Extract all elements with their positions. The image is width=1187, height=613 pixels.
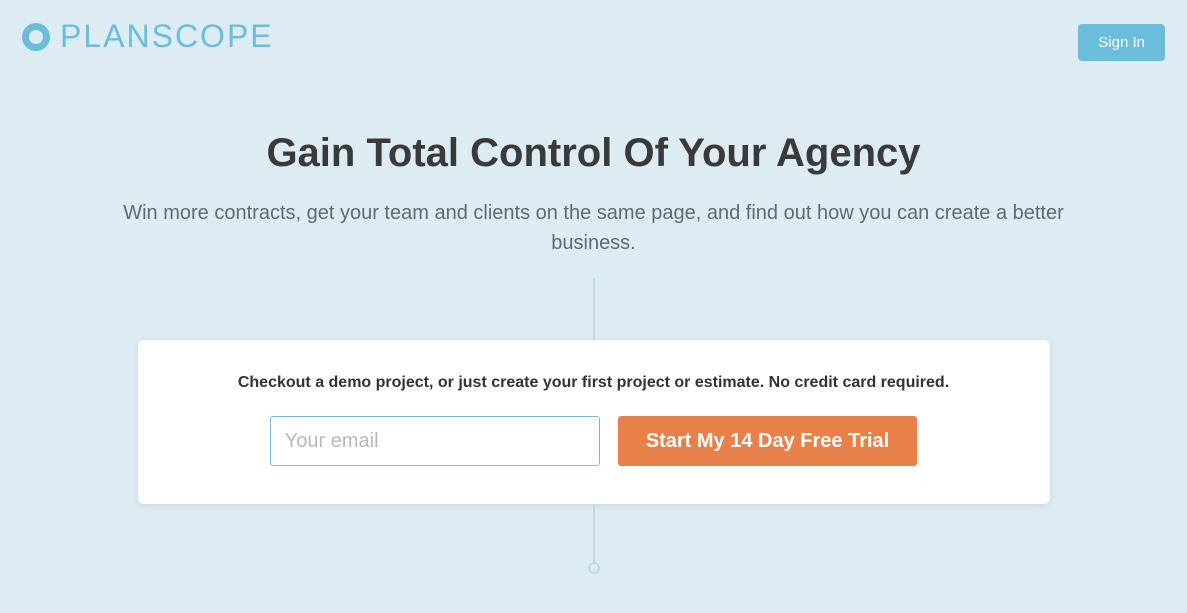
email-input[interactable] [270, 416, 600, 466]
signin-button[interactable]: Sign In [1078, 24, 1165, 61]
logo[interactable]: PLANSCOPE [22, 18, 274, 55]
connector-line-top [593, 278, 595, 340]
connector-line-bottom [593, 504, 595, 562]
start-trial-button[interactable]: Start My 14 Day Free Trial [618, 416, 917, 466]
connector-dot-icon [588, 562, 600, 574]
logo-text: PLANSCOPE [60, 18, 274, 55]
logo-circle-icon [22, 23, 50, 51]
header: PLANSCOPE Sign In [0, 0, 1187, 61]
signup-card-text: Checkout a demo project, or just create … [178, 374, 1010, 392]
hero-subtitle: Win more contracts, get your team and cl… [84, 198, 1104, 258]
hero: Gain Total Control Of Your Agency Win mo… [0, 131, 1187, 258]
signup-form-row: Start My 14 Day Free Trial [178, 416, 1010, 466]
signup-card: Checkout a demo project, or just create … [138, 340, 1050, 504]
hero-title: Gain Total Control Of Your Agency [80, 131, 1107, 176]
